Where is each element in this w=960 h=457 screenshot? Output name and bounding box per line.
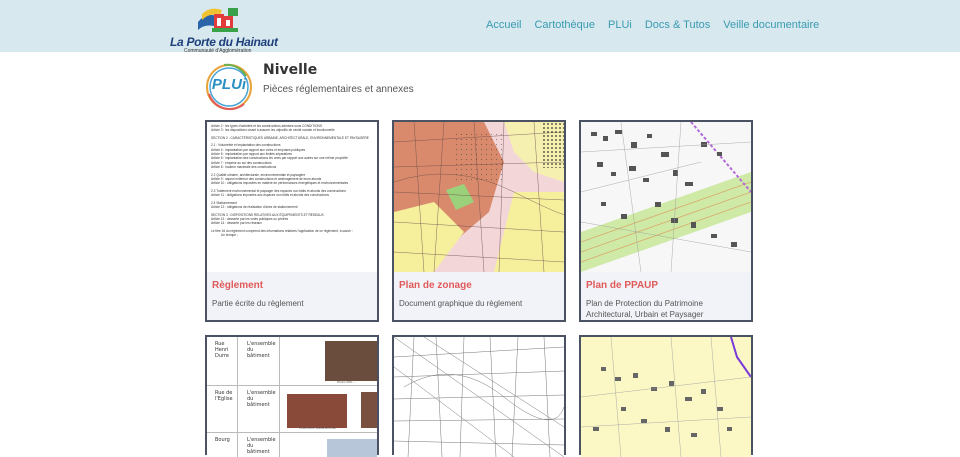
church-photo [327, 439, 377, 457]
zonage-map-thumbnail [394, 122, 564, 272]
reglement-line: Article 12 : obligations de réalisation … [211, 205, 298, 210]
reglement-line: Article 8 : hauteur maximale des constru… [211, 165, 277, 170]
annex-map-thumbnail [581, 337, 751, 457]
plui-logo-label: PLUi [211, 76, 247, 93]
card-patrimoine[interactable]: Rue Henri Durre L'ensemble du bâtiment P… [205, 335, 379, 457]
row-street: Rue de l'Eglise [215, 390, 233, 402]
nav-docs-tutos[interactable]: Docs & Tutos [645, 19, 710, 31]
reglement-thumbnail: Article 2 : les types d'activités et les… [207, 122, 377, 272]
row-scope: L'ensemble du bâtiment [247, 390, 276, 408]
card-title: Plan de zonage [399, 280, 472, 291]
reglement-line: SECTION 2 : CARACTÉRISTIQUES URBAINE, AR… [211, 135, 369, 140]
photo-caption: Photo IMO ... [337, 380, 357, 384]
card-plan-de-ppaup[interactable]: Plan de PPAUP Plan de Protection du Patr… [579, 120, 753, 322]
reglement-line: Un lexique ; [221, 233, 238, 238]
page-title: Nivelle [263, 62, 318, 78]
card-description: Partie écrite du règlement [212, 299, 304, 308]
table-row: Rue de l'Eglise L'ensemble du bâtiment P… [207, 386, 377, 433]
patrimoine-table-thumbnail: Rue Henri Durre L'ensemble du bâtiment P… [207, 337, 377, 457]
nav-plui[interactable]: PLUi [608, 19, 632, 31]
church-photo [325, 341, 377, 381]
site-logo[interactable]: La Porte du Hainaut Communauté d'Agglomé… [168, 4, 278, 54]
row-scope: L'ensemble du bâtiment [247, 341, 276, 359]
plui-logo: PLUi [204, 62, 254, 112]
reglement-line: Article 14 : desserte par les réseaux [211, 221, 262, 226]
reglement-line: Article 10 : obligations imposées en mat… [211, 181, 349, 186]
church-photo [287, 394, 347, 428]
card-title: Plan de PPAUP [586, 280, 659, 291]
card-plan-annexe[interactable] [579, 335, 753, 457]
site-header: La Porte du Hainaut Communauté d'Agglomé… [0, 0, 960, 54]
card-description: Document graphique du règlement [399, 299, 523, 308]
card-title: Règlement [212, 280, 264, 291]
cadastral-map-thumbnail [394, 337, 564, 457]
porte-du-hainaut-logo-icon [198, 8, 238, 32]
page-subtitle: Pièces réglementaires et annexes [263, 84, 414, 95]
main-nav: Accueil Cartothèque PLUi Docs & Tutos Ve… [486, 19, 819, 31]
reglement-line: Article 11 : obligations imposées aux es… [211, 193, 329, 198]
reglement-line: Article 3 : les dispositions visant à as… [211, 128, 335, 133]
logo-text: La Porte du Hainaut [170, 35, 278, 49]
card-description: Plan de Protection du Patrimoine Archite… [586, 299, 704, 319]
logo-subtext: Communauté d'Agglomération [184, 48, 252, 54]
row-street: Rue Henri Durre [215, 341, 230, 359]
row-street: Bourg [215, 437, 230, 443]
row-scope: L'ensemble du bâtiment [247, 437, 276, 455]
photo-caption: Photo IMO Vieille Blonde [299, 426, 336, 430]
nav-veille-documentaire[interactable]: Veille documentaire [723, 19, 819, 31]
nav-cartotheque[interactable]: Cartothèque [534, 19, 595, 31]
nav-accueil[interactable]: Accueil [486, 19, 521, 31]
church-photo [361, 392, 377, 428]
card-plan-de-zonage[interactable]: Plan de zonage Document graphique du règ… [392, 120, 566, 322]
table-row: Rue Henri Durre L'ensemble du bâtiment P… [207, 337, 377, 386]
table-row: Bourg L'ensemble du bâtiment [207, 433, 377, 457]
card-reglement[interactable]: Article 2 : les types d'activités et les… [205, 120, 379, 322]
card-plan-cadastral[interactable] [392, 335, 566, 457]
ppaup-map-thumbnail [581, 122, 751, 272]
